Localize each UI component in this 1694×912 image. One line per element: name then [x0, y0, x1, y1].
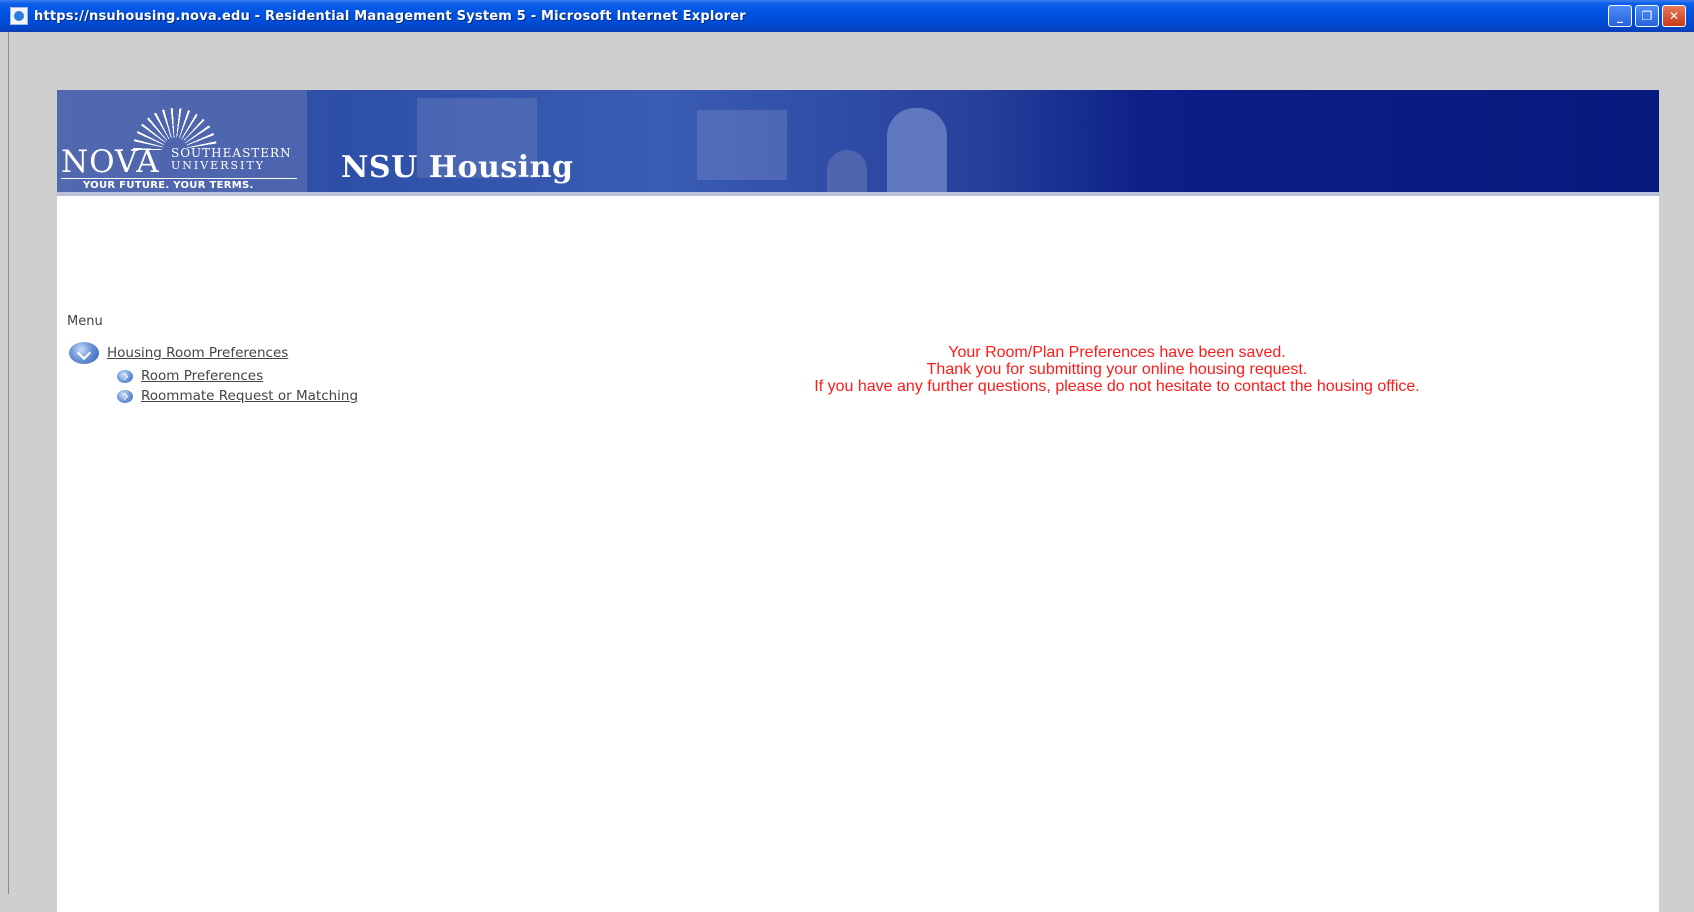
menu-group: Housing Room Preferences Room Preference…	[69, 340, 358, 406]
banner-photo-window	[697, 110, 787, 180]
ie-page-icon	[10, 7, 28, 25]
logo-tagline: YOUR FUTURE. YOUR TERMS.	[83, 180, 254, 191]
banner-photo-person	[827, 150, 867, 196]
menu-link-room-preferences[interactable]: Room Preferences	[141, 368, 263, 384]
menu-item-room-preferences[interactable]: Room Preferences	[117, 366, 358, 386]
window-controls: _ ❐ ✕	[1608, 5, 1686, 27]
logo-divider	[61, 178, 297, 179]
message-line-thanks: Thank you for submitting your online hou…	[926, 361, 1308, 378]
close-button[interactable]: ✕	[1662, 5, 1686, 27]
confirmation-message: Your Room/Plan Preferences have been sav…	[577, 344, 1657, 395]
banner-photo-person	[887, 108, 947, 196]
menu-label: Menu	[67, 314, 103, 329]
restore-button[interactable]: ❐	[1635, 5, 1659, 27]
menu-link-housing-room-preferences[interactable]: Housing Room Preferences	[107, 345, 288, 361]
site-banner: NOVA SOUTHEASTERN UNIVERSITY YOUR FUTURE…	[57, 90, 1659, 196]
site-title: NSU Housing	[341, 150, 574, 185]
window-title: https://nsuhousing.nova.edu - Residentia…	[34, 8, 746, 24]
menu-item-roommate-request[interactable]: Roommate Request or Matching	[117, 386, 358, 406]
arrow-bullet-icon	[117, 389, 133, 403]
minimize-button[interactable]: _	[1608, 5, 1632, 27]
menu-group-header: Housing Room Preferences	[69, 340, 358, 366]
window-title-bar[interactable]: https://nsuhousing.nova.edu - Residentia…	[0, 0, 1694, 32]
arrow-bullet-icon	[117, 369, 133, 383]
logo-line-1: SOUTHEASTERN	[171, 146, 292, 160]
chevron-down-icon[interactable]	[69, 342, 99, 364]
message-line-saved: Your Room/Plan Preferences have been sav…	[948, 344, 1286, 361]
message-line-contact: If you have any further questions, pleas…	[814, 378, 1420, 395]
page-content: NOVA SOUTHEASTERN UNIVERSITY YOUR FUTURE…	[57, 90, 1659, 912]
logo-wordmark: NOVA	[61, 144, 160, 180]
browser-viewport: NOVA SOUTHEASTERN UNIVERSITY YOUR FUTURE…	[8, 32, 1686, 912]
banner-divider	[57, 192, 1659, 196]
logo-line-2: UNIVERSITY	[171, 159, 265, 172]
nsu-logo[interactable]: NOVA SOUTHEASTERN UNIVERSITY YOUR FUTURE…	[61, 108, 301, 192]
menu-link-roommate-request[interactable]: Roommate Request or Matching	[141, 388, 358, 404]
